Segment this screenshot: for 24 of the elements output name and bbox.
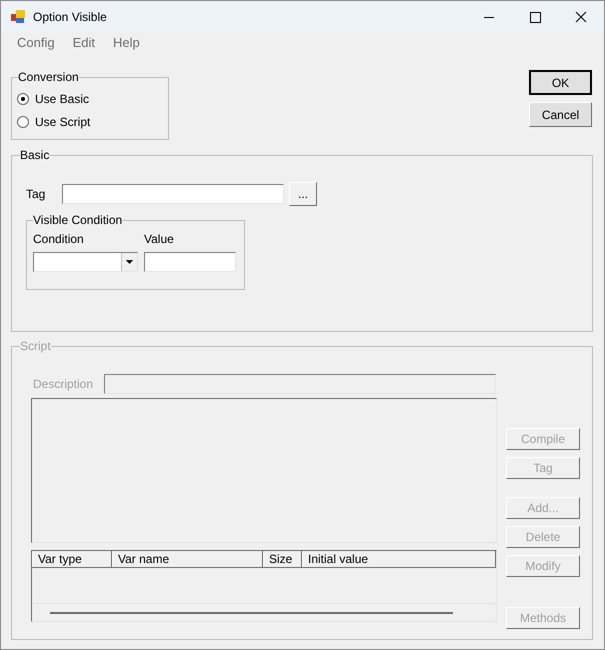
menu-item[interactable]: Edit — [64, 33, 103, 53]
menu-item[interactable]: Config — [9, 33, 63, 53]
value-field[interactable] — [144, 252, 236, 272]
group-title: Visible Condition — [33, 213, 122, 227]
cancel-button[interactable]: Cancel — [529, 102, 592, 127]
group-title: Conversion — [18, 70, 79, 84]
group-title: Basic — [20, 148, 50, 162]
browse-button[interactable]: ... — [289, 182, 317, 206]
app-icon — [11, 10, 25, 24]
radio-label: Use Basic — [35, 92, 90, 106]
radio-button[interactable] — [17, 116, 29, 128]
tag-label: Tag — [26, 186, 46, 203]
group-title: Script — [20, 339, 51, 353]
ok-button[interactable]: OK — [529, 70, 592, 95]
condition-dropdown[interactable] — [33, 252, 138, 272]
description-field[interactable] — [104, 374, 496, 394]
value-label: Value — [144, 232, 175, 246]
description-label: Description — [33, 376, 94, 393]
radio-label: Use Script — [35, 115, 90, 129]
menu-item[interactable]: Help — [104, 33, 148, 53]
tag-field[interactable] — [62, 184, 284, 204]
window-title: Option Visible — [33, 8, 107, 26]
radio-button[interactable] — [17, 93, 29, 105]
condition-label: Condition — [33, 232, 85, 246]
